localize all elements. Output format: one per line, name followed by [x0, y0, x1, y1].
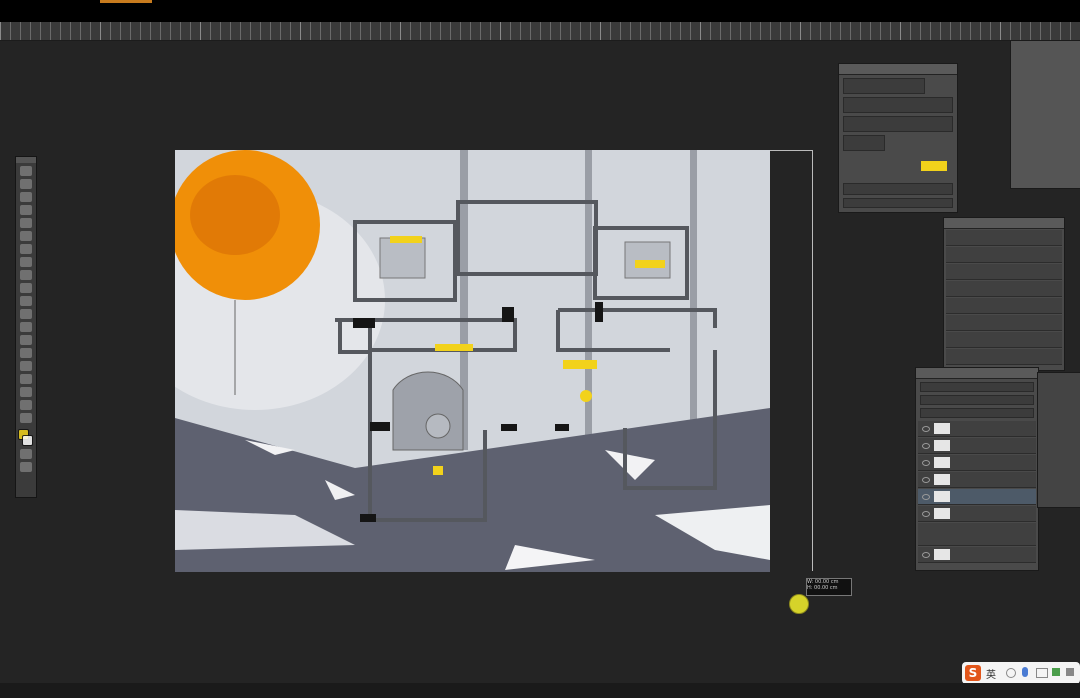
floor-plan-render [175, 150, 770, 572]
layers-panel [915, 367, 1039, 571]
font-family-field[interactable] [843, 78, 925, 94]
blur-tool-icon[interactable] [20, 322, 32, 332]
cursor-highlight [789, 594, 809, 614]
text-style-buttons[interactable] [843, 183, 953, 195]
menu-icon[interactable] [1066, 668, 1074, 676]
layer-thumbnail [934, 440, 950, 451]
layer-row[interactable] [918, 547, 1036, 563]
visibility-eye-icon[interactable] [922, 511, 930, 517]
layer-thumbnail [934, 549, 950, 560]
scale-field[interactable] [843, 135, 885, 151]
visibility-eye-icon[interactable] [922, 477, 930, 483]
history-item[interactable] [946, 298, 1062, 314]
hand-tool-icon[interactable] [20, 400, 32, 410]
visibility-eye-icon[interactable] [922, 460, 930, 466]
horizontal-ruler [0, 22, 1080, 41]
history-brush-tool-icon[interactable] [20, 283, 32, 293]
layer-row[interactable] [918, 438, 1036, 454]
layer-effects-row[interactable] [918, 523, 1036, 546]
history-item[interactable] [946, 315, 1062, 331]
lock-row[interactable] [920, 408, 1034, 418]
quick-mask-icon[interactable] [20, 449, 32, 459]
character-panel [838, 63, 958, 213]
clone-stamp-tool-icon[interactable] [20, 270, 32, 280]
visibility-eye-icon[interactable] [922, 552, 930, 558]
visibility-eye-icon[interactable] [922, 443, 930, 449]
layer-row[interactable] [918, 506, 1036, 522]
healing-brush-tool-icon[interactable] [20, 244, 32, 254]
zoom-tool-icon[interactable] [20, 413, 32, 423]
dodge-tool-icon[interactable] [20, 335, 32, 345]
language-dropdown[interactable] [843, 198, 953, 208]
layer-filter-row[interactable] [920, 382, 1034, 392]
ime-toolbar[interactable]: S 英 [962, 662, 1080, 684]
marquee-tool-icon[interactable] [20, 179, 32, 189]
type-tool-icon[interactable] [20, 361, 32, 371]
side-panel [1037, 372, 1080, 508]
tooltip-line-2: H: 00.00 cm [807, 585, 838, 591]
history-panel-header[interactable] [944, 218, 1064, 229]
tools-panel-header[interactable] [16, 157, 36, 163]
layer-row[interactable] [918, 472, 1036, 488]
layer-thumbnail [934, 457, 950, 468]
layers-panel-tabs[interactable] [916, 368, 1038, 379]
blend-mode-row[interactable] [920, 395, 1034, 405]
text-color-swatch[interactable] [921, 161, 947, 171]
layer-thumbnail [934, 508, 950, 519]
status-bar [0, 683, 1080, 698]
history-item[interactable] [946, 230, 1062, 246]
visibility-eye-icon[interactable] [922, 426, 930, 432]
visibility-eye-icon[interactable] [922, 494, 930, 500]
microphone-icon[interactable] [1022, 667, 1028, 677]
canvas-extension-outline [770, 150, 813, 571]
app-logo [100, 0, 152, 3]
gradient-tool-icon[interactable] [20, 309, 32, 319]
history-item[interactable] [946, 264, 1062, 280]
skin-icon[interactable] [1052, 668, 1060, 676]
eyedropper-tool-icon[interactable] [20, 231, 32, 241]
layer-row-selected[interactable] [918, 489, 1036, 505]
title-bar [0, 0, 1080, 22]
transform-tooltip: W: 00.00 cm H: 00.00 cm [806, 578, 852, 596]
pen-tool-icon[interactable] [20, 348, 32, 358]
font-size-field[interactable] [843, 97, 953, 113]
layer-row[interactable] [918, 455, 1036, 471]
move-tool-icon[interactable] [20, 166, 32, 176]
history-panel [943, 217, 1065, 371]
history-item[interactable] [946, 349, 1062, 365]
layer-thumbnail [934, 491, 950, 502]
crop-tool-icon[interactable] [20, 218, 32, 228]
brush-tool-icon[interactable] [20, 257, 32, 267]
character-panel-tabs[interactable] [839, 64, 957, 75]
history-item[interactable] [946, 281, 1062, 297]
eraser-tool-icon[interactable] [20, 296, 32, 306]
tracking-field[interactable] [843, 116, 953, 132]
layer-thumbnail [934, 423, 950, 434]
history-item[interactable] [946, 247, 1062, 263]
ime-language-label[interactable]: 英 [986, 666, 996, 681]
layer-thumbnail [934, 474, 950, 485]
screen-mode-icon[interactable] [20, 462, 32, 472]
document-canvas[interactable] [175, 150, 770, 572]
layer-row[interactable] [918, 421, 1036, 437]
tools-panel [15, 156, 37, 498]
ime-logo-icon[interactable]: S [965, 665, 981, 681]
keyboard-icon[interactable] [1036, 668, 1048, 678]
navigator-panel [1010, 40, 1080, 189]
history-item[interactable] [946, 332, 1062, 348]
shape-tool-icon[interactable] [20, 387, 32, 397]
magic-wand-tool-icon[interactable] [20, 205, 32, 215]
path-selection-tool-icon[interactable] [20, 374, 32, 384]
lasso-tool-icon[interactable] [20, 192, 32, 202]
background-color-swatch[interactable] [22, 435, 33, 446]
ime-punctuation-icon[interactable] [1006, 668, 1016, 678]
